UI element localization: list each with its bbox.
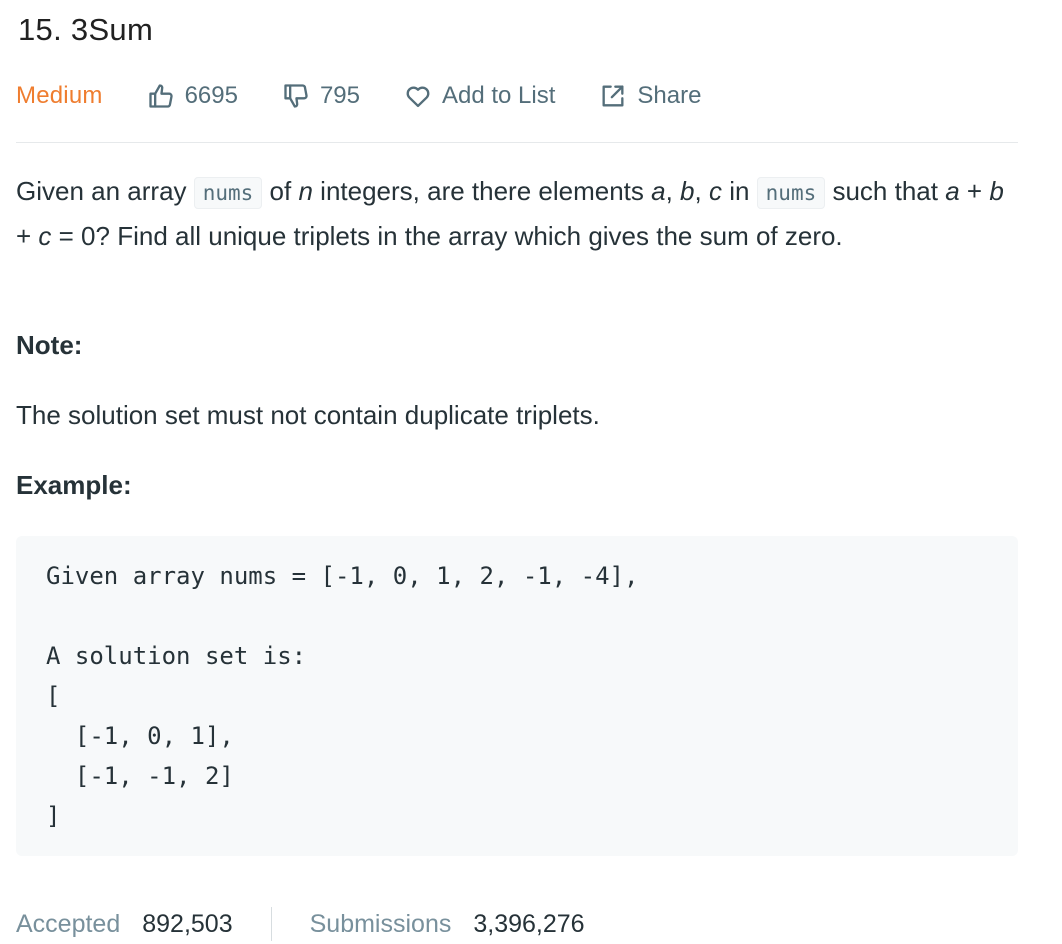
thumbs-up-icon (148, 84, 173, 108)
note-text: The solution set must not contain duplic… (16, 400, 600, 430)
desc-text: of (262, 176, 299, 206)
accepted-value: 892,503 (142, 909, 233, 938)
problem-description: Given an array nums of n integers, are t… (16, 170, 1018, 258)
var-c: c (38, 221, 52, 251)
like-button[interactable]: 6695 (147, 82, 238, 110)
stats-divider (270, 907, 272, 941)
var-a: a (651, 176, 666, 206)
desc-text: + (959, 176, 990, 206)
share-button[interactable]: Share (599, 82, 701, 110)
example-code-block: Given array nums = [-1, 0, 1, 2, -1, -4]… (16, 536, 1018, 856)
description-paragraph: Given an array nums of n integers, are t… (16, 170, 1018, 258)
share-label: Share (637, 82, 702, 109)
desc-text: in (721, 176, 757, 206)
add-to-list-button[interactable]: Add to List (404, 82, 555, 110)
var-a: a (945, 176, 960, 206)
stats-bar: Accepted 892,503 Submissions 3,396,276 (16, 904, 585, 944)
var-c: c (708, 176, 722, 206)
problem-meta-bar: Medium 6695 795 Add to List Share (16, 78, 745, 114)
example-heading: Example: (16, 470, 132, 500)
add-to-list-label: Add to List (442, 82, 556, 109)
desc-text: , (694, 176, 709, 206)
var-b: b (989, 176, 1004, 206)
var-b: b (680, 176, 695, 206)
share-icon (602, 85, 624, 107)
dislike-button[interactable]: 795 (282, 82, 360, 110)
note-heading: Note: (16, 330, 83, 360)
submissions-value: 3,396,276 (473, 909, 585, 938)
thumbs-down-icon (284, 84, 308, 108)
var-n: n (298, 176, 313, 206)
dislike-count: 795 (319, 82, 360, 109)
desc-text: + (16, 221, 39, 251)
submissions-label: Submissions (309, 909, 452, 938)
heart-icon (406, 86, 430, 108)
like-count: 6695 (184, 82, 238, 109)
difficulty-badge: Medium (16, 82, 103, 109)
desc-text: = 0? Find all unique triplets in the arr… (51, 221, 843, 251)
problem-title: 15. 3Sum (18, 12, 154, 47)
desc-text: integers, are there elements (312, 176, 652, 206)
desc-text: Given an array (16, 176, 194, 206)
desc-text: , (665, 176, 681, 206)
example-code: Given array nums = [-1, 0, 1, 2, -1, -4]… (46, 562, 639, 830)
accepted-label: Accepted (16, 909, 121, 938)
header-divider (16, 142, 1018, 143)
inline-code-nums: nums (756, 177, 826, 209)
desc-text: such that (825, 176, 946, 206)
inline-code-nums: nums (193, 177, 263, 209)
